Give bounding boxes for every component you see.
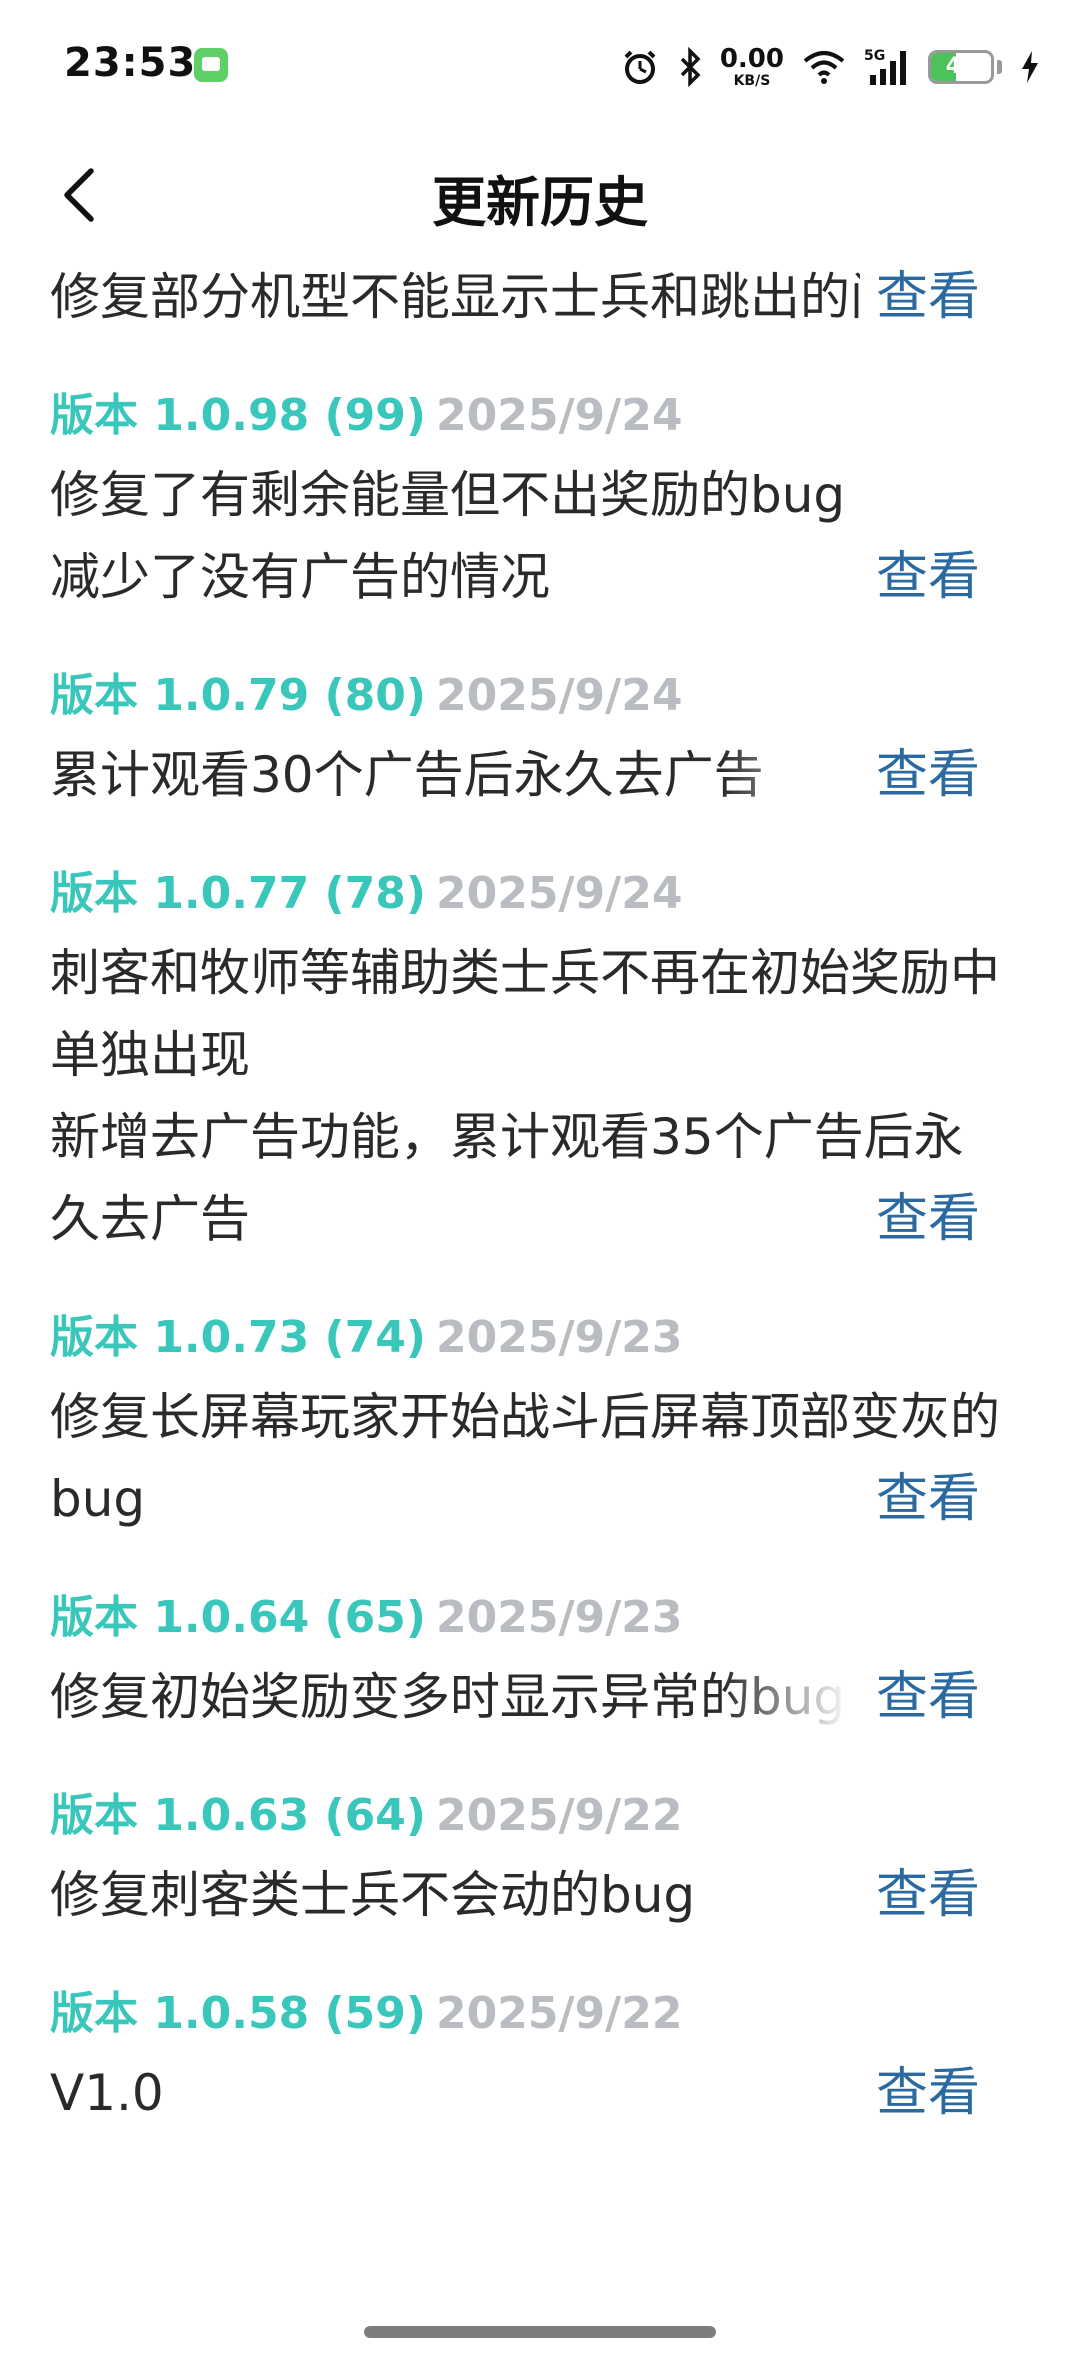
entry-header: 版本 1.0.77 (78) 2025/9/24 bbox=[50, 856, 1030, 932]
entry-header: 版本 1.0.64 (65) 2025/9/23 bbox=[50, 1580, 1030, 1656]
entry-header: 版本 1.0.58 (59) 2025/9/22 bbox=[50, 1976, 1030, 2052]
entry-date: 2025/9/24 bbox=[435, 868, 683, 919]
app-bar: 更新历史 bbox=[0, 140, 1080, 250]
signal-icon: 5G bbox=[864, 48, 906, 85]
history-entry: 版本 1.0.77 (78) 2025/9/24 刺客和牧师等辅助类士兵不再在初始… bbox=[0, 856, 1080, 1260]
entry-header: 版本 1.0.63 (64) 2025/9/22 bbox=[50, 1778, 1030, 1854]
entry-version: 版本 1.0.63 (64) bbox=[50, 1790, 426, 1841]
view-link[interactable]: 查看 bbox=[859, 734, 980, 816]
signal-label: 5G bbox=[864, 48, 885, 64]
net-speed: 0.00 KB/S bbox=[720, 46, 784, 88]
history-entry: 版本 1.0.63 (64) 2025/9/22 修复刺客类士兵不会动的bug 查… bbox=[0, 1778, 1080, 1936]
view-link[interactable]: 查看 bbox=[859, 2052, 980, 2134]
net-speed-value: 0.00 bbox=[719, 44, 784, 74]
entry-version: 版本 1.0.73 (74) bbox=[50, 1312, 426, 1363]
history-entry: 版本 1.0.58 (59) 2025/9/22 V1.0 查看 bbox=[0, 1976, 1080, 2134]
wifi-icon bbox=[803, 51, 845, 84]
status-icons: 0.00 KB/S 5G 41 bbox=[620, 42, 1040, 92]
net-speed-unit: KB/S bbox=[733, 73, 771, 89]
history-entry: 修复部分机型不能显示士兵和跳出的问题 查看 bbox=[0, 256, 1080, 338]
entry-version: 版本 1.0.64 (65) bbox=[50, 1592, 426, 1643]
battery-icon: 41 bbox=[928, 50, 994, 84]
entry-date: 2025/9/24 bbox=[435, 390, 683, 441]
view-link[interactable]: 查看 bbox=[859, 1854, 980, 1936]
message-app-icon bbox=[194, 48, 228, 82]
view-link[interactable]: 查看 bbox=[859, 1458, 980, 1540]
history-entry: 版本 1.0.73 (74) 2025/9/23 修复长屏幕玩家开始战斗后屏幕顶部… bbox=[0, 1300, 1080, 1540]
charging-icon bbox=[1022, 51, 1038, 83]
view-link[interactable]: 查看 bbox=[859, 1178, 980, 1260]
entry-date: 2025/9/23 bbox=[435, 1592, 683, 1643]
page-title: 更新历史 bbox=[432, 171, 648, 234]
entry-version: 版本 1.0.98 (99) bbox=[50, 390, 426, 441]
view-link[interactable]: 查看 bbox=[859, 536, 980, 618]
entry-body: 修复刺客类士兵不会动的bug 查看 bbox=[50, 1854, 1030, 1936]
entry-body: 刺客和牧师等辅助类士兵不再在初始奖励中单独出现 新增去广告功能，累计观看35个广… bbox=[50, 932, 1030, 1260]
entry-body: 累计观看30个广告后永久去广告 查看 bbox=[50, 734, 1030, 816]
history-entry: 版本 1.0.98 (99) 2025/9/24 修复了有剩余能量但不出奖励的bu… bbox=[0, 378, 1080, 618]
entry-header: 版本 1.0.73 (74) 2025/9/23 bbox=[50, 1300, 1030, 1376]
entry-date: 2025/9/24 bbox=[435, 670, 683, 721]
entry-header: 版本 1.0.98 (99) 2025/9/24 bbox=[50, 378, 1030, 454]
status-time: 23:53 bbox=[64, 40, 197, 86]
entry-date: 2025/9/22 bbox=[435, 1988, 683, 2039]
entry-body: 修复了有剩余能量但不出奖励的bug 减少了没有广告的情况 查看 bbox=[50, 454, 1030, 618]
alarm-icon bbox=[624, 50, 656, 84]
battery-cap bbox=[997, 60, 1002, 74]
entry-body: 修复部分机型不能显示士兵和跳出的问题 查看 bbox=[50, 256, 1030, 338]
entry-header: 版本 1.0.79 (80) 2025/9/24 bbox=[50, 658, 1030, 734]
view-link[interactable]: 查看 bbox=[859, 256, 980, 338]
history-entry: 版本 1.0.79 (80) 2025/9/24 累计观看30个广告后永久去广告 … bbox=[0, 658, 1080, 816]
entry-description: 累计观看30个广告后永久去广告 bbox=[50, 746, 764, 804]
bluetooth-icon bbox=[680, 47, 701, 87]
history-entry: 版本 1.0.64 (65) 2025/9/23 修复初始奖励变多时显示异常的bu… bbox=[0, 1580, 1080, 1738]
entry-version: 版本 1.0.77 (78) bbox=[50, 868, 426, 919]
gesture-bar[interactable] bbox=[364, 2326, 716, 2338]
view-link[interactable]: 查看 bbox=[859, 1656, 980, 1738]
entry-body: 修复长屏幕玩家开始战斗后屏幕顶部变灰的bug 查看 bbox=[50, 1376, 1030, 1540]
entry-body: 修复初始奖励变多时显示异常的bug 查看 bbox=[50, 1656, 1030, 1738]
status-bar: 23:53 0.00 KB/S 5G 41 bbox=[0, 0, 1080, 130]
entry-version: 版本 1.0.79 (80) bbox=[50, 670, 426, 721]
battery-level: 41 bbox=[945, 54, 977, 79]
entry-version: 版本 1.0.58 (59) bbox=[50, 1988, 426, 2039]
entry-date: 2025/9/23 bbox=[435, 1312, 683, 1363]
entry-date: 2025/9/22 bbox=[435, 1790, 683, 1841]
entry-body: V1.0 查看 bbox=[50, 2052, 1030, 2134]
entry-description: 修复初始奖励变多时显示异常的bug bbox=[50, 1668, 846, 1726]
update-history-list: 修复部分机型不能显示士兵和跳出的问题 查看 版本 1.0.98 (99) 2025… bbox=[0, 256, 1080, 2174]
